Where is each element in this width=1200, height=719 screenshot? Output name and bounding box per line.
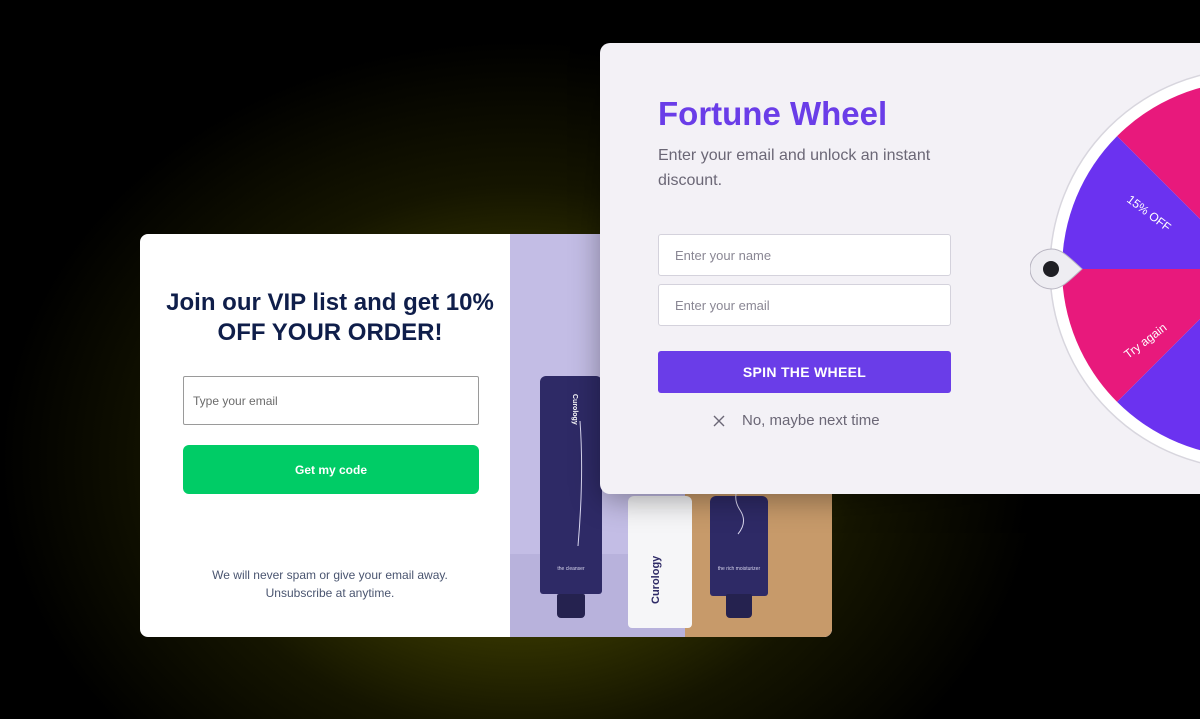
cleanser-tube: Curology the cleanser bbox=[540, 376, 602, 618]
bottle-brand: Curology bbox=[650, 555, 662, 604]
dismiss-label: No, maybe next time bbox=[742, 412, 880, 429]
moisturizer-tube: the rich moisturizer bbox=[710, 485, 768, 618]
vip-note-line2: Unsubscribe at anytime. bbox=[265, 586, 395, 600]
vip-note-line1: We will never spam or give your email aw… bbox=[212, 568, 448, 582]
close-icon bbox=[713, 415, 725, 426]
moisturizer-label: the rich moisturizer bbox=[717, 566, 761, 572]
curology-bottle: Curology bbox=[628, 496, 692, 628]
dismiss-link[interactable]: No, maybe next time bbox=[712, 412, 880, 429]
name-input[interactable] bbox=[658, 234, 951, 276]
vip-email-input[interactable] bbox=[183, 376, 479, 425]
get-code-button[interactable]: Get my code bbox=[183, 445, 479, 494]
fortune-wheel-popup: Fortune Wheel Enter your email and unloc… bbox=[600, 43, 1200, 494]
cleanser-line-decoration bbox=[577, 420, 583, 547]
email-input[interactable] bbox=[658, 284, 951, 326]
vip-form-panel: Join our VIP list and get 10% OFF YOUR O… bbox=[140, 234, 510, 637]
vip-title: Join our VIP list and get 10% OFF YOUR O… bbox=[166, 289, 494, 346]
fortune-wheel-title: Fortune Wheel bbox=[658, 95, 888, 132]
moisturizer-wave-decoration bbox=[735, 485, 744, 535]
cleanser-cap bbox=[557, 594, 585, 618]
vip-privacy-note: We will never spam or give your email aw… bbox=[160, 566, 500, 602]
moisturizer-cap bbox=[726, 594, 752, 618]
cleanser-label: the cleanser bbox=[557, 566, 585, 572]
fortune-wheel-subtitle: Enter your email and unlock an instant d… bbox=[658, 147, 931, 189]
spin-wheel-button[interactable]: SPIN THE WHEEL bbox=[658, 351, 951, 393]
wheel-pointer-icon bbox=[1030, 248, 1083, 290]
